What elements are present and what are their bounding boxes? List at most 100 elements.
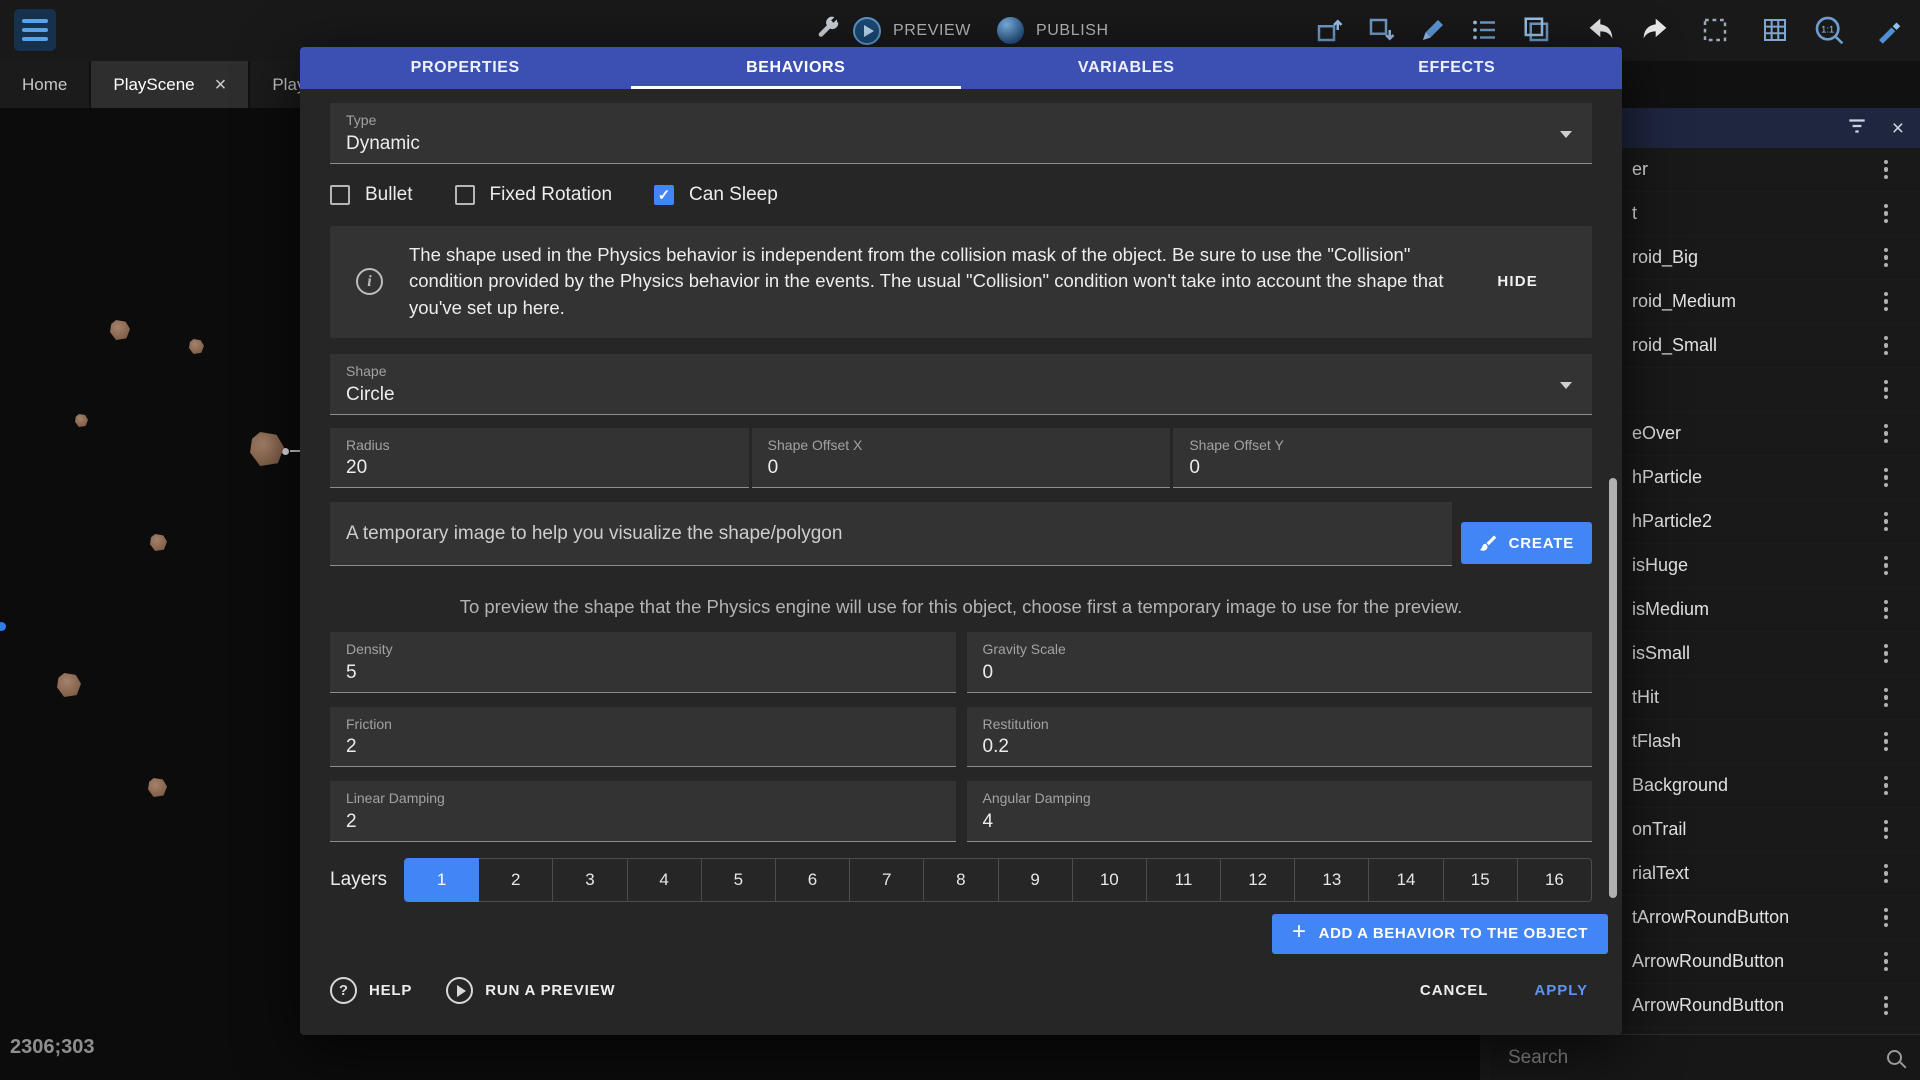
field-shape-offset-y[interactable]: Shape Offset Y0 xyxy=(1173,428,1592,489)
layer-button-15[interactable]: 15 xyxy=(1444,858,1518,902)
publish-globe-icon[interactable] xyxy=(997,17,1024,44)
field-radius[interactable]: Radius20 xyxy=(330,428,749,489)
checkbox-can-sleep[interactable]: ✓Can Sleep xyxy=(654,184,778,206)
tab-playscene[interactable]: PlayScene × xyxy=(91,61,248,108)
kebab-menu-icon[interactable] xyxy=(1880,816,1893,844)
checkbox-fixed-rotation[interactable]: Fixed Rotation xyxy=(455,184,613,206)
add-behavior-button[interactable]: + ADD A BEHAVIOR TO THE OBJECT xyxy=(1272,914,1608,954)
dialog-tab-behaviors[interactable]: BEHAVIORS xyxy=(631,47,962,89)
redo-icon[interactable] xyxy=(1638,13,1672,47)
kebab-menu-icon[interactable] xyxy=(1880,948,1893,976)
object-box-up-icon[interactable] xyxy=(1312,13,1346,47)
kebab-menu-icon[interactable] xyxy=(1880,464,1893,492)
kebab-menu-icon[interactable] xyxy=(1880,728,1893,756)
kebab-menu-icon[interactable] xyxy=(1880,552,1893,580)
edit-pencil-icon[interactable] xyxy=(1416,13,1450,47)
kebab-menu-icon[interactable] xyxy=(1880,684,1893,712)
field-gravity-scale[interactable]: Gravity Scale0 xyxy=(967,632,1593,693)
asteroid-shape[interactable] xyxy=(250,432,284,466)
kebab-menu-icon[interactable] xyxy=(1880,992,1893,1020)
dialog-scrollbar[interactable] xyxy=(1609,478,1617,898)
layer-button-5[interactable]: 5 xyxy=(702,858,776,902)
kebab-menu-icon[interactable] xyxy=(1880,640,1893,668)
apply-button[interactable]: APPLY xyxy=(1534,982,1588,999)
layer-button-8[interactable]: 8 xyxy=(924,858,998,902)
layer-button-3[interactable]: 3 xyxy=(553,858,627,902)
type-dropdown[interactable]: Type Dynamic xyxy=(330,103,1592,164)
preview-play-icon[interactable] xyxy=(853,17,881,45)
publish-button[interactable]: PUBLISH xyxy=(1036,22,1109,40)
layer-button-14[interactable]: 14 xyxy=(1369,858,1443,902)
layer-button-1[interactable]: 1 xyxy=(404,858,479,902)
temp-image-field[interactable]: A temporary image to help you visualize … xyxy=(330,502,1452,566)
layer-button-11[interactable]: 11 xyxy=(1147,858,1221,902)
kebab-menu-icon[interactable] xyxy=(1880,156,1893,184)
create-button[interactable]: CREATE xyxy=(1461,522,1592,564)
field-density[interactable]: Density5 xyxy=(330,632,956,693)
selection-marquee-icon[interactable] xyxy=(1698,13,1732,47)
undo-icon[interactable] xyxy=(1584,13,1618,47)
field-shape-offset-x[interactable]: Shape Offset X0 xyxy=(752,428,1171,489)
layer-button-2[interactable]: 2 xyxy=(479,858,553,902)
kebab-menu-icon[interactable] xyxy=(1880,508,1893,536)
asteroid-shape[interactable] xyxy=(75,414,88,427)
kebab-menu-icon[interactable] xyxy=(1880,332,1893,360)
kebab-menu-icon[interactable] xyxy=(1880,904,1893,932)
tab-home[interactable]: Home xyxy=(0,61,89,108)
checkbox-bullet[interactable]: Bullet xyxy=(330,184,413,206)
add-behavior-label: ADD A BEHAVIOR TO THE OBJECT xyxy=(1319,925,1588,942)
dialog-tab-variables[interactable]: VARIABLES xyxy=(961,47,1292,89)
layer-button-9[interactable]: 9 xyxy=(999,858,1073,902)
debugger-wrench-icon[interactable] xyxy=(815,15,841,46)
field-restitution[interactable]: Restitution0.2 xyxy=(967,707,1593,768)
layer-button-16[interactable]: 16 xyxy=(1518,858,1592,902)
kebab-menu-icon[interactable] xyxy=(1880,244,1893,272)
asteroid-shape[interactable] xyxy=(148,778,167,797)
run-preview-button[interactable]: RUN A PREVIEW xyxy=(446,977,615,1004)
field-friction-value: 2 xyxy=(346,735,940,759)
object-name: eOver xyxy=(1632,423,1681,444)
preview-button[interactable]: PREVIEW xyxy=(893,22,971,40)
layer-button-4[interactable]: 4 xyxy=(628,858,702,902)
mask-pen-icon[interactable] xyxy=(1872,13,1906,47)
kebab-menu-icon[interactable] xyxy=(1880,772,1893,800)
help-button[interactable]: ? HELP xyxy=(330,977,412,1004)
tab-close-icon[interactable]: × xyxy=(215,75,227,95)
kebab-menu-icon[interactable] xyxy=(1880,376,1893,404)
field-shape-offset-x-label: Shape Offset X xyxy=(768,437,1155,454)
kebab-menu-icon[interactable] xyxy=(1880,420,1893,448)
field-linear-damping[interactable]: Linear Damping2 xyxy=(330,781,956,842)
field-shape-offset-y-label: Shape Offset Y xyxy=(1189,437,1576,454)
layer-button-12[interactable]: 12 xyxy=(1221,858,1295,902)
asteroid-shape[interactable] xyxy=(189,339,204,354)
dialog-tab-effects[interactable]: EFFECTS xyxy=(1292,47,1623,89)
field-angular-damping[interactable]: Angular Damping4 xyxy=(967,781,1593,842)
zoom-1-1-icon[interactable]: 1:1 xyxy=(1812,13,1846,47)
shape-dropdown[interactable]: Shape Circle xyxy=(330,354,1592,415)
kebab-menu-icon[interactable] xyxy=(1880,596,1893,624)
objects-search-bar[interactable]: Search xyxy=(1490,1034,1920,1080)
asteroid-shape[interactable] xyxy=(57,673,81,697)
asteroid-shape[interactable] xyxy=(110,320,130,340)
layer-button-10[interactable]: 10 xyxy=(1073,858,1147,902)
object-name: isMedium xyxy=(1632,599,1709,620)
dialog-tab-properties[interactable]: PROPERTIES xyxy=(300,47,631,89)
kebab-menu-icon[interactable] xyxy=(1880,200,1893,228)
kebab-menu-icon[interactable] xyxy=(1880,288,1893,316)
hide-button[interactable]: HIDE xyxy=(1497,273,1538,290)
list-icon[interactable] xyxy=(1468,13,1502,47)
close-icon[interactable]: × xyxy=(1892,118,1904,139)
layer-buttons-group: 12345678910111213141516 xyxy=(404,858,1592,902)
filter-icon[interactable] xyxy=(1846,115,1868,142)
kebab-menu-icon[interactable] xyxy=(1880,860,1893,888)
layer-button-6[interactable]: 6 xyxy=(776,858,850,902)
cancel-button[interactable]: CANCEL xyxy=(1420,982,1489,999)
object-box-down-icon[interactable] xyxy=(1364,13,1398,47)
field-friction[interactable]: Friction2 xyxy=(330,707,956,768)
layer-button-7[interactable]: 7 xyxy=(850,858,924,902)
grid-icon[interactable] xyxy=(1758,13,1792,47)
copy-layers-icon[interactable] xyxy=(1520,13,1554,47)
project-manager-icon[interactable] xyxy=(14,9,56,51)
asteroid-shape[interactable] xyxy=(150,534,167,551)
layer-button-13[interactable]: 13 xyxy=(1295,858,1369,902)
